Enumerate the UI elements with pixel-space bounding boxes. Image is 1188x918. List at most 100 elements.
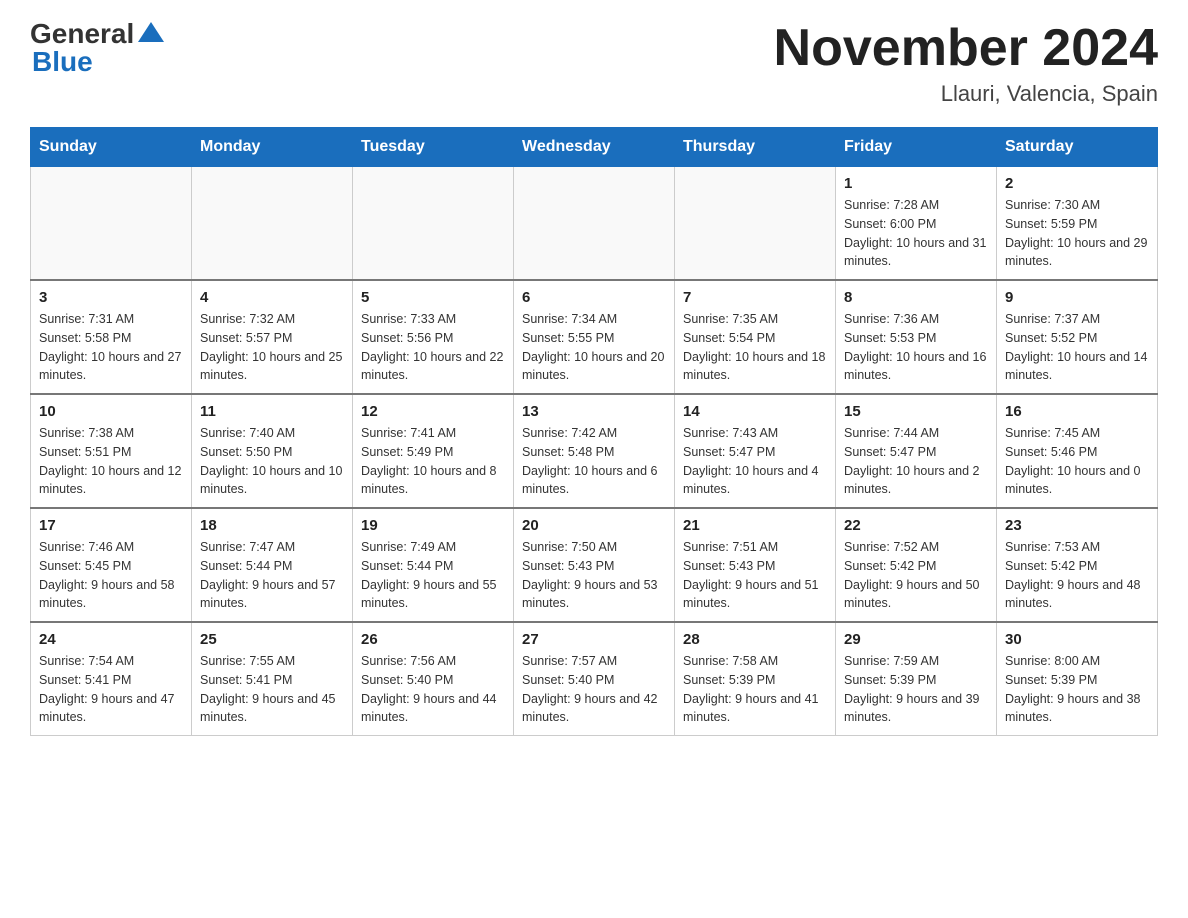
day-number: 5 [361, 289, 505, 306]
calendar-day-cell: 28 Sunrise: 7:58 AM Sunset: 5:39 PM Dayli… [675, 622, 836, 736]
calendar-day-cell: 8 Sunrise: 7:36 AM Sunset: 5:53 PM Daylig… [836, 280, 997, 394]
day-number: 17 [39, 517, 183, 534]
calendar-day-cell: 24 Sunrise: 7:54 AM Sunset: 5:41 PM Dayli… [31, 622, 192, 736]
day-info: Sunrise: 7:50 AM Sunset: 5:43 PM Dayligh… [522, 538, 666, 613]
subtitle: Llauri, Valencia, Spain [774, 81, 1158, 107]
calendar-day-header: Tuesday [353, 128, 514, 167]
day-info: Sunrise: 7:32 AM Sunset: 5:57 PM Dayligh… [200, 310, 344, 385]
title-block: November 2024 Llauri, Valencia, Spain [774, 20, 1158, 107]
day-number: 8 [844, 289, 988, 306]
logo: General Blue [30, 20, 164, 76]
day-info: Sunrise: 7:38 AM Sunset: 5:51 PM Dayligh… [39, 424, 183, 499]
calendar-day-cell: 1 Sunrise: 7:28 AM Sunset: 6:00 PM Daylig… [836, 167, 997, 281]
page-header: General Blue November 2024 Llauri, Valen… [30, 20, 1158, 107]
day-info: Sunrise: 7:28 AM Sunset: 6:00 PM Dayligh… [844, 196, 988, 271]
day-number: 26 [361, 631, 505, 648]
calendar-day-header: Thursday [675, 128, 836, 167]
calendar-day-cell: 20 Sunrise: 7:50 AM Sunset: 5:43 PM Dayli… [514, 508, 675, 622]
calendar-day-cell: 18Sunrise: 7:47 AM Sunset: 5:44 PM Dayli… [192, 508, 353, 622]
day-number: 20 [522, 517, 666, 534]
calendar-day-cell: 5 Sunrise: 7:33 AM Sunset: 5:56 PM Daylig… [353, 280, 514, 394]
logo-triangle-icon [138, 22, 151, 42]
day-info: Sunrise: 7:58 AM Sunset: 5:39 PM Dayligh… [683, 652, 827, 727]
day-number: 3 [39, 289, 183, 306]
day-number: 12 [361, 403, 505, 420]
day-info: Sunrise: 7:40 AM Sunset: 5:50 PM Dayligh… [200, 424, 344, 499]
calendar-week-row: 10Sunrise: 7:38 AM Sunset: 5:51 PM Dayli… [31, 394, 1158, 508]
calendar-day-cell: 27 Sunrise: 7:57 AM Sunset: 5:40 PM Dayli… [514, 622, 675, 736]
calendar-day-cell [675, 167, 836, 281]
calendar-day-cell: 6 Sunrise: 7:34 AM Sunset: 5:55 PM Daylig… [514, 280, 675, 394]
day-number: 21 [683, 517, 827, 534]
day-number: 23 [1005, 517, 1149, 534]
calendar-day-cell: 3Sunrise: 7:31 AM Sunset: 5:58 PM Daylig… [31, 280, 192, 394]
day-info: Sunrise: 7:42 AM Sunset: 5:48 PM Dayligh… [522, 424, 666, 499]
day-number: 14 [683, 403, 827, 420]
day-number: 22 [844, 517, 988, 534]
day-info: Sunrise: 7:33 AM Sunset: 5:56 PM Dayligh… [361, 310, 505, 385]
day-info: Sunrise: 7:34 AM Sunset: 5:55 PM Dayligh… [522, 310, 666, 385]
calendar-day-cell: 4Sunrise: 7:32 AM Sunset: 5:57 PM Daylig… [192, 280, 353, 394]
day-info: Sunrise: 7:43 AM Sunset: 5:47 PM Dayligh… [683, 424, 827, 499]
day-info: Sunrise: 7:46 AM Sunset: 5:45 PM Dayligh… [39, 538, 183, 613]
day-number: 9 [1005, 289, 1149, 306]
calendar-day-cell: 2 Sunrise: 7:30 AM Sunset: 5:59 PM Daylig… [997, 167, 1158, 281]
day-number: 30 [1005, 631, 1149, 648]
calendar-day-cell [31, 167, 192, 281]
logo-triangle-icon2 [151, 22, 164, 42]
day-number: 25 [200, 631, 344, 648]
calendar-day-cell: 13 Sunrise: 7:42 AM Sunset: 5:48 PM Dayli… [514, 394, 675, 508]
day-info: Sunrise: 7:41 AM Sunset: 5:49 PM Dayligh… [361, 424, 505, 499]
day-info: Sunrise: 7:35 AM Sunset: 5:54 PM Dayligh… [683, 310, 827, 385]
day-number: 24 [39, 631, 183, 648]
calendar-day-cell: 10Sunrise: 7:38 AM Sunset: 5:51 PM Dayli… [31, 394, 192, 508]
calendar-day-cell: 26Sunrise: 7:56 AM Sunset: 5:40 PM Dayli… [353, 622, 514, 736]
calendar-day-cell: 23 Sunrise: 7:53 AM Sunset: 5:42 PM Dayli… [997, 508, 1158, 622]
day-number: 27 [522, 631, 666, 648]
day-info: Sunrise: 7:53 AM Sunset: 5:42 PM Dayligh… [1005, 538, 1149, 613]
day-info: Sunrise: 7:54 AM Sunset: 5:41 PM Dayligh… [39, 652, 183, 727]
calendar-day-cell [353, 167, 514, 281]
calendar-day-cell: 21 Sunrise: 7:51 AM Sunset: 5:43 PM Dayli… [675, 508, 836, 622]
day-info: Sunrise: 7:47 AM Sunset: 5:44 PM Dayligh… [200, 538, 344, 613]
calendar-day-header: Friday [836, 128, 997, 167]
calendar-day-cell: 16Sunrise: 7:45 AM Sunset: 5:46 PM Dayli… [997, 394, 1158, 508]
day-info: Sunrise: 7:44 AM Sunset: 5:47 PM Dayligh… [844, 424, 988, 499]
calendar-week-row: 1 Sunrise: 7:28 AM Sunset: 6:00 PM Daylig… [31, 167, 1158, 281]
calendar-week-row: 24 Sunrise: 7:54 AM Sunset: 5:41 PM Dayli… [31, 622, 1158, 736]
calendar-day-header: Sunday [31, 128, 192, 167]
calendar-day-header: Monday [192, 128, 353, 167]
calendar-table: SundayMondayTuesdayWednesdayThursdayFrid… [30, 127, 1158, 736]
day-info: Sunrise: 7:52 AM Sunset: 5:42 PM Dayligh… [844, 538, 988, 613]
calendar-day-header: Saturday [997, 128, 1158, 167]
calendar-day-cell: 25Sunrise: 7:55 AM Sunset: 5:41 PM Dayli… [192, 622, 353, 736]
calendar-day-cell: 7 Sunrise: 7:35 AM Sunset: 5:54 PM Daylig… [675, 280, 836, 394]
calendar-day-cell: 29Sunrise: 7:59 AM Sunset: 5:39 PM Dayli… [836, 622, 997, 736]
day-number: 6 [522, 289, 666, 306]
day-number: 1 [844, 175, 988, 192]
calendar-day-cell: 30Sunrise: 8:00 AM Sunset: 5:39 PM Dayli… [997, 622, 1158, 736]
day-number: 13 [522, 403, 666, 420]
day-info: Sunrise: 7:36 AM Sunset: 5:53 PM Dayligh… [844, 310, 988, 385]
logo-blue-text: Blue [32, 48, 93, 76]
day-info: Sunrise: 7:30 AM Sunset: 5:59 PM Dayligh… [1005, 196, 1149, 271]
day-number: 15 [844, 403, 988, 420]
day-number: 2 [1005, 175, 1149, 192]
day-info: Sunrise: 7:57 AM Sunset: 5:40 PM Dayligh… [522, 652, 666, 727]
calendar-day-cell: 9 Sunrise: 7:37 AM Sunset: 5:52 PM Daylig… [997, 280, 1158, 394]
calendar-day-cell [514, 167, 675, 281]
day-info: Sunrise: 7:49 AM Sunset: 5:44 PM Dayligh… [361, 538, 505, 613]
day-info: Sunrise: 7:51 AM Sunset: 5:43 PM Dayligh… [683, 538, 827, 613]
calendar-header-row: SundayMondayTuesdayWednesdayThursdayFrid… [31, 128, 1158, 167]
calendar-day-cell [192, 167, 353, 281]
main-title: November 2024 [774, 20, 1158, 77]
day-info: Sunrise: 7:37 AM Sunset: 5:52 PM Dayligh… [1005, 310, 1149, 385]
calendar-day-cell: 15 Sunrise: 7:44 AM Sunset: 5:47 PM Dayli… [836, 394, 997, 508]
day-number: 29 [844, 631, 988, 648]
calendar-day-cell: 12 Sunrise: 7:41 AM Sunset: 5:49 PM Dayli… [353, 394, 514, 508]
calendar-day-cell: 19Sunrise: 7:49 AM Sunset: 5:44 PM Dayli… [353, 508, 514, 622]
day-number: 7 [683, 289, 827, 306]
calendar-day-cell: 11Sunrise: 7:40 AM Sunset: 5:50 PM Dayli… [192, 394, 353, 508]
day-number: 28 [683, 631, 827, 648]
logo-general-text: General [30, 20, 134, 48]
